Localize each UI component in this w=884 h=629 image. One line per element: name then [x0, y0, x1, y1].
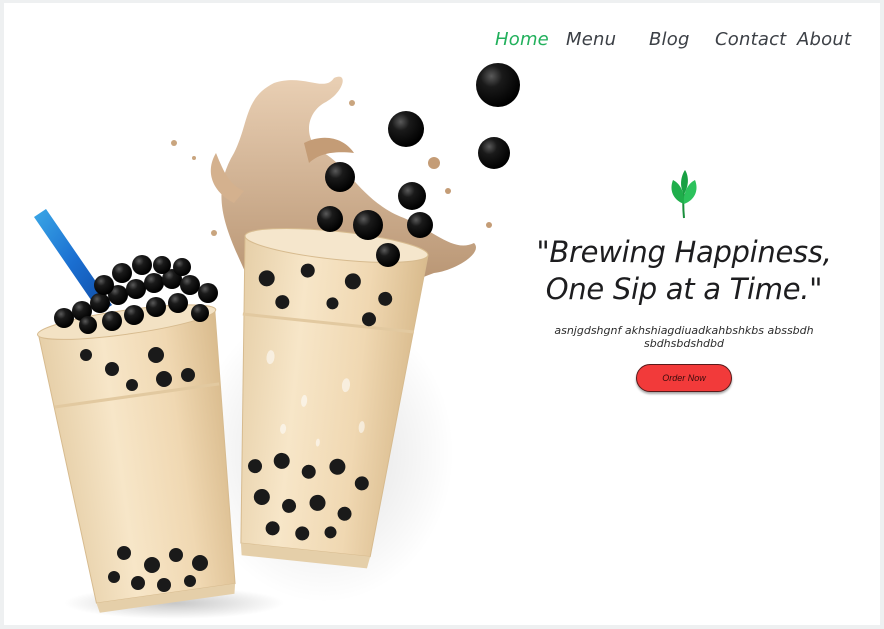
- tagline-line-2: One Sip at a Time.": [545, 272, 823, 306]
- nav-blog-link[interactable]: Blog: [649, 29, 690, 50]
- order-now-button[interactable]: Order Now: [636, 364, 732, 392]
- tea-leaf-icon: [671, 170, 697, 219]
- bubble-tea-illustration: [34, 63, 520, 619]
- tagline-line-1: "Brewing Happiness,: [536, 235, 832, 269]
- nav-menu-link[interactable]: Menu: [566, 29, 616, 50]
- nav-contact-link[interactable]: Contact: [715, 29, 786, 50]
- hero-tagline: "Brewing Happiness, One Sip at a Time.": [519, 234, 849, 308]
- landing-page: Home Menu Blog Contact About "Brewing Ha…: [4, 3, 880, 625]
- hero-section: "Brewing Happiness, One Sip at a Time." …: [519, 168, 849, 392]
- nav-about-link[interactable]: About: [797, 29, 851, 50]
- hero-subtext: asnjgdshgnf akhshiagdiuadkahbshkbs abssb…: [554, 324, 814, 350]
